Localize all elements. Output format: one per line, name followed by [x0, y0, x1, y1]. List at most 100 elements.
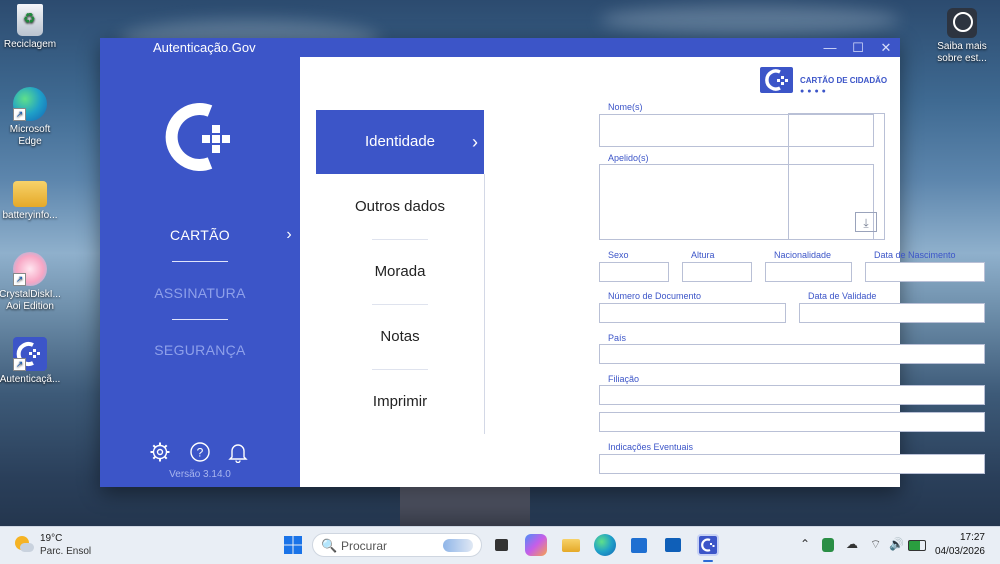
volume-icon[interactable]: 🔊 [889, 537, 904, 551]
tab-label: Imprimir [372, 393, 428, 410]
tab-morada[interactable]: Morada [316, 240, 484, 304]
clock-date[interactable]: 04/03/2026 [935, 546, 985, 557]
gear-icon[interactable] [149, 441, 171, 463]
autenticacao-icon: ↗ [13, 337, 47, 371]
tab-outros-dados[interactable]: Outros dados [316, 175, 484, 239]
chevron-right-icon: › [472, 132, 478, 152]
outlook-icon[interactable] [662, 534, 684, 556]
weather-condition[interactable]: Parc. Ensol [40, 546, 91, 557]
weather-sun-cloud-icon[interactable] [15, 536, 34, 554]
desktop-icon-label: CrystalDiskI... Aoi Edition [0, 289, 61, 312]
maximize-button[interactable]: ☐ [844, 38, 872, 57]
search-highlight-icon [443, 539, 473, 552]
pais-label: País [608, 333, 627, 343]
svg-text:?: ? [197, 446, 204, 460]
altura-label: Altura [691, 250, 715, 260]
filiacao-label: Filiação [608, 374, 640, 384]
defender-icon[interactable] [822, 538, 834, 552]
store-icon[interactable] [628, 534, 650, 556]
photo-frame: ⤓ [788, 113, 885, 240]
autenticacao-logo [165, 103, 230, 171]
folder-icon [13, 181, 47, 207]
desktop-icon-crystaldisk[interactable]: ↗ CrystalDiskI... Aoi Edition [0, 252, 62, 313]
chevron-right-icon: › [286, 226, 292, 243]
clock-time[interactable]: 17:27 [960, 532, 985, 543]
indicacoes-eventuais-label: Indicações Eventuais [608, 442, 694, 452]
app-window: Autenticação.Gov — ☐ ✕ CARTÃO › ASSINATU… [100, 38, 985, 487]
nacionalidade-field[interactable] [765, 262, 852, 282]
version-label: Versão 3.14.0 [169, 469, 231, 480]
tab-label: Notas [380, 328, 420, 345]
download-icon[interactable]: ⤓ [855, 212, 877, 232]
brand-text: CARTÃO DE CIDADÃO [800, 76, 888, 85]
windows-start-icon[interactable] [282, 534, 304, 556]
sexo-field[interactable] [599, 262, 669, 282]
onedrive-icon[interactable]: ☁ [846, 537, 858, 551]
desktop-icon-edge[interactable]: ↗ Microsoft Edge [0, 87, 62, 148]
numero-documento-field[interactable] [599, 303, 786, 323]
tab-label: Identidade [364, 133, 436, 150]
desktop-icon-label: Microsoft Edge [9, 124, 51, 147]
desktop-widget-learn-more[interactable]: Saiba mais sobre est... [930, 8, 994, 65]
data-validade-field[interactable] [799, 303, 985, 323]
sidebar-item-seguranca[interactable]: SEGURANÇA [100, 342, 300, 358]
sidebar-item-label: CARTÃO [170, 227, 230, 243]
help-icon[interactable]: ? [189, 441, 211, 463]
edge-icon: ↗ [13, 87, 47, 121]
file-explorer-icon[interactable] [560, 534, 582, 556]
search-icon: 🔍 [321, 538, 338, 553]
data-nascimento-field[interactable] [865, 262, 985, 282]
sidebar: CARTÃO › ASSINATURA SEGURANÇA ? Versão 3… [100, 57, 300, 487]
copilot-icon[interactable] [525, 534, 547, 556]
sidebar-divider [172, 319, 228, 320]
taskbar-search[interactable]: 🔍 Procurar [312, 533, 482, 557]
wifi-icon[interactable]: ⌔ [870, 537, 881, 552]
title-bar[interactable]: Autenticação.Gov — ☐ ✕ [100, 38, 900, 57]
task-view-icon[interactable] [491, 534, 513, 556]
close-button[interactable]: ✕ [872, 38, 900, 57]
indicacoes-eventuais-field[interactable] [599, 454, 985, 474]
nacionalidade-label: Nacionalidade [774, 250, 832, 260]
shortcut-arrow-icon: ↗ [13, 358, 26, 371]
sexo-label: Sexo [608, 250, 629, 260]
desktop-icon-folder[interactable]: batteryinfo... [0, 177, 62, 222]
data-validade-label: Data de Validade [808, 291, 877, 301]
filiacao-field-2[interactable] [599, 412, 985, 432]
sidebar-item-assinatura[interactable]: ASSINATURA [100, 285, 300, 301]
apelidos-label: Apelido(s) [608, 153, 649, 163]
chevron-up-icon[interactable]: ⌃ [800, 537, 810, 551]
tab-label: Outros dados [354, 198, 446, 215]
camera-info-icon [947, 8, 977, 38]
pais-field[interactable] [599, 344, 985, 364]
tab-label: Morada [374, 263, 426, 280]
bell-icon[interactable] [227, 441, 249, 463]
desktop-icon-autenticacao[interactable]: ↗ Autenticaçã... [0, 337, 62, 386]
weather-temperature[interactable]: 19°C [40, 533, 62, 544]
background-cloud [600, 5, 900, 35]
tab-imprimir[interactable]: Imprimir [316, 370, 484, 434]
altura-field[interactable] [682, 262, 752, 282]
shortcut-arrow-icon: ↗ [13, 108, 26, 121]
sidebar-item-cartao[interactable]: CARTÃO › [100, 226, 300, 243]
search-placeholder: Procurar [341, 539, 388, 553]
cartao-cidadao-brand: CARTÃO DE CIDADÃO ●●●● [760, 67, 888, 95]
taskbar: 19°C Parc. Ensol 🔍 Procurar ⌃ ☁ ⌔ 🔊 17:2… [0, 526, 1000, 564]
background-pier [400, 487, 530, 526]
filiacao-field-1[interactable] [599, 385, 985, 405]
desktop-icon-label: Reciclagem [3, 39, 57, 50]
minimize-button[interactable]: — [816, 38, 844, 57]
sidebar-item-label: SEGURANÇA [154, 342, 246, 358]
tab-identidade[interactable]: Identidade › [316, 110, 484, 174]
desktop-icon-label: Autenticaçã... [0, 374, 61, 385]
battery-icon[interactable] [908, 540, 926, 551]
edge-icon[interactable] [594, 534, 616, 556]
active-app-indicator [703, 560, 713, 562]
desktop-widget-label: Saiba mais sobre est... [937, 41, 987, 64]
main-content: CARTÃO DE CIDADÃO ●●●● Identidade › Outr… [300, 57, 985, 487]
sidebar-divider [172, 261, 228, 262]
sidebar-item-label: ASSINATURA [154, 285, 246, 301]
desktop-icon-recycle-bin[interactable]: ♻ Reciclagem [0, 4, 62, 51]
tab-notas[interactable]: Notas [316, 305, 484, 369]
autenticacao-icon[interactable] [697, 534, 719, 556]
numero-documento-label: Número de Documento [608, 291, 702, 301]
